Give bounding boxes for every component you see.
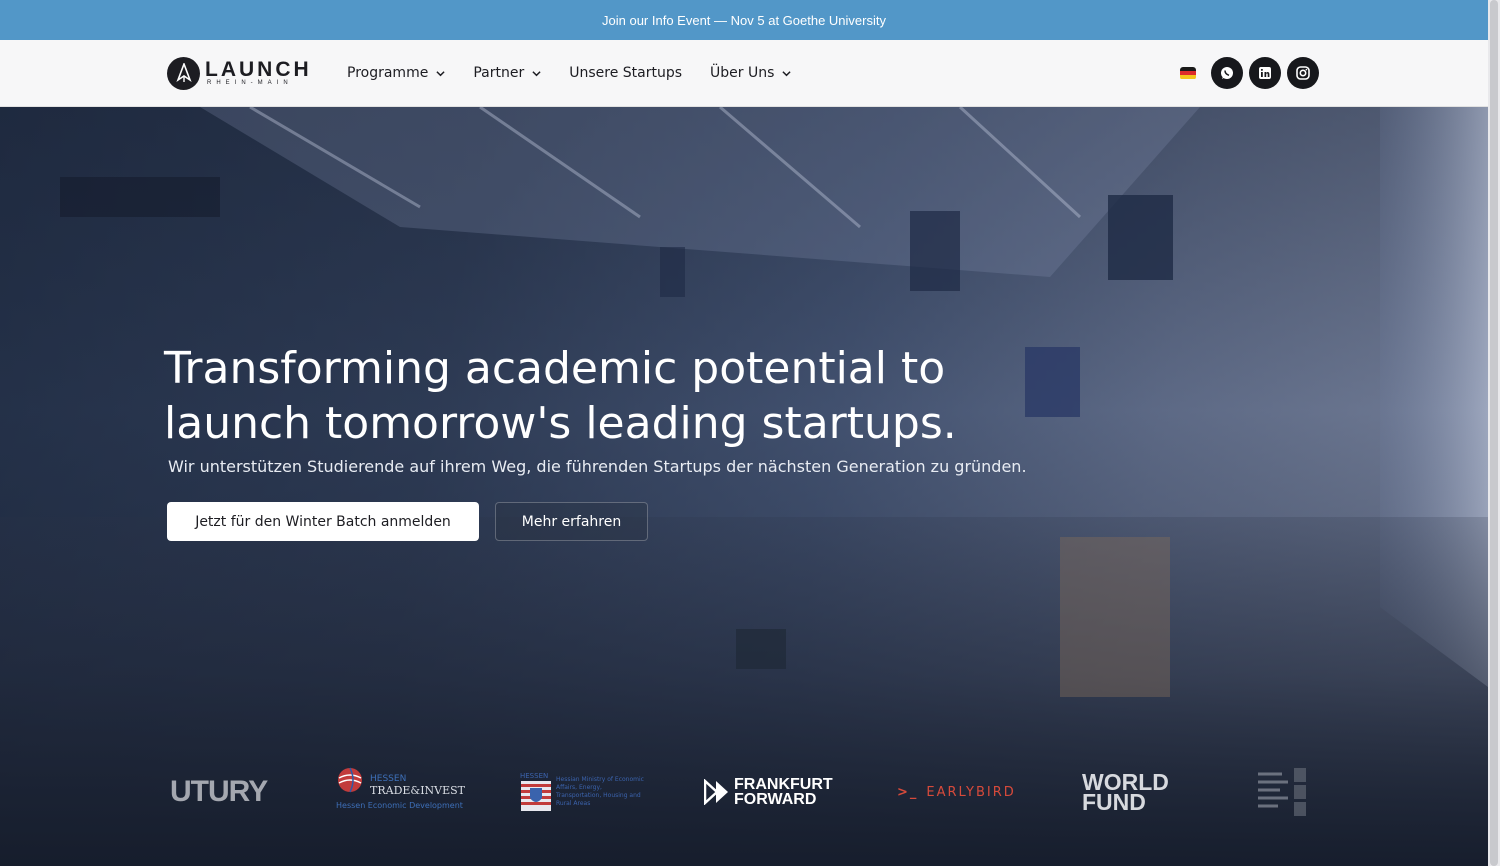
- partner-logo-futury[interactable]: UTURY: [170, 757, 268, 827]
- partner-label: UTURY: [170, 775, 268, 808]
- page-scrollbar[interactable]: [1488, 0, 1500, 866]
- menu-label: Programme: [347, 65, 429, 81]
- whatsapp-icon[interactable]: [1211, 57, 1243, 89]
- hessen-trade-invest-globe-icon: [338, 767, 362, 793]
- partner-label: TRADE&INVEST: [370, 784, 466, 797]
- chevron-down-icon: [782, 70, 791, 76]
- menu-label: Partner: [473, 65, 525, 81]
- partner-label: Hessen Economic Development: [336, 801, 463, 810]
- striped-logo-icon: [1258, 768, 1306, 816]
- fast-forward-icon: [704, 779, 728, 805]
- scrollbar-thumb[interactable]: [1490, 0, 1498, 866]
- partner-label: FRANKFURT: [734, 776, 833, 793]
- lecture-hall-background: [0, 107, 1488, 866]
- learn-more-button[interactable]: Mehr erfahren: [495, 502, 648, 541]
- hero-subtitle: Wir unterstützen Studierende auf ihrem W…: [168, 457, 1027, 476]
- hero-title-line1: Transforming academic potential to: [164, 343, 946, 394]
- partner-logo-frankfurt-forward[interactable]: FRANKFURT FORWARD: [704, 757, 833, 827]
- logo[interactable]: LAUNCH RHEIN-MAIN: [167, 56, 312, 90]
- partner-logo-strip: UTURY HESSEN TRADE&INVEST Hessen Economi…: [170, 757, 1320, 827]
- partner-logo-hessen-ministry[interactable]: HESSEN Hessian Ministry of Economic Affa…: [520, 757, 646, 827]
- partner-logo-world-fund[interactable]: WORLD FUND: [1082, 757, 1169, 827]
- partner-logo-hessen-trade-invest[interactable]: HESSEN TRADE&INVEST Hessen Economic Deve…: [336, 757, 465, 827]
- navbar: LAUNCH RHEIN-MAIN Programme Partner Unse…: [0, 40, 1488, 107]
- instagram-icon[interactable]: [1287, 57, 1319, 89]
- partner-label: EARLYBIRD: [926, 784, 1016, 800]
- menu-item-ueber-uns[interactable]: Über Uns: [710, 65, 791, 81]
- menu-item-partner[interactable]: Partner: [473, 65, 541, 81]
- winter-batch-signup-button[interactable]: Jetzt für den Winter Batch anmelden: [167, 502, 479, 541]
- partner-label: HESSEN: [520, 772, 549, 780]
- partner-logo-partial[interactable]: [1256, 757, 1320, 827]
- terminal-prompt-icon: >_: [897, 784, 919, 800]
- partner-logo-earlybird[interactable]: >_ EARLYBIRD: [897, 757, 1016, 827]
- partner-label: FUND: [1082, 789, 1146, 815]
- nav-actions: [1180, 57, 1325, 89]
- german-flag-icon[interactable]: [1180, 66, 1196, 80]
- chevron-down-icon: [532, 70, 541, 76]
- menu-item-programme[interactable]: Programme: [347, 65, 445, 81]
- hero-title-line2: launch tomorrow's leading startups.: [164, 398, 957, 449]
- announcement-text[interactable]: Join our Info Event — Nov 5 at Goethe Un…: [602, 13, 886, 28]
- menu-item-unsere-startups[interactable]: Unsere Startups: [569, 65, 682, 81]
- menu-label: Unsere Startups: [569, 65, 683, 81]
- announcement-bar[interactable]: Join our Info Event — Nov 5 at Goethe Un…: [0, 0, 1488, 40]
- logo-wordmark: LAUNCH: [205, 58, 312, 81]
- partner-label: HESSEN: [370, 774, 407, 784]
- hero-title: Transforming academic potential to launc…: [164, 341, 1044, 451]
- partner-label: Hessian Ministry of Economic Affairs, En…: [556, 776, 644, 807]
- hero-section: Transforming academic potential to launc…: [0, 107, 1488, 866]
- linkedin-icon[interactable]: [1249, 57, 1281, 89]
- chevron-down-icon: [436, 70, 445, 76]
- partner-label: FORWARD: [734, 791, 817, 808]
- main-menu: Programme Partner Unsere Startups Über U…: [347, 40, 819, 106]
- menu-label: Über Uns: [710, 65, 775, 81]
- rocket-logo-icon: [167, 56, 200, 90]
- hessen-coat-of-arms-icon: [521, 781, 551, 811]
